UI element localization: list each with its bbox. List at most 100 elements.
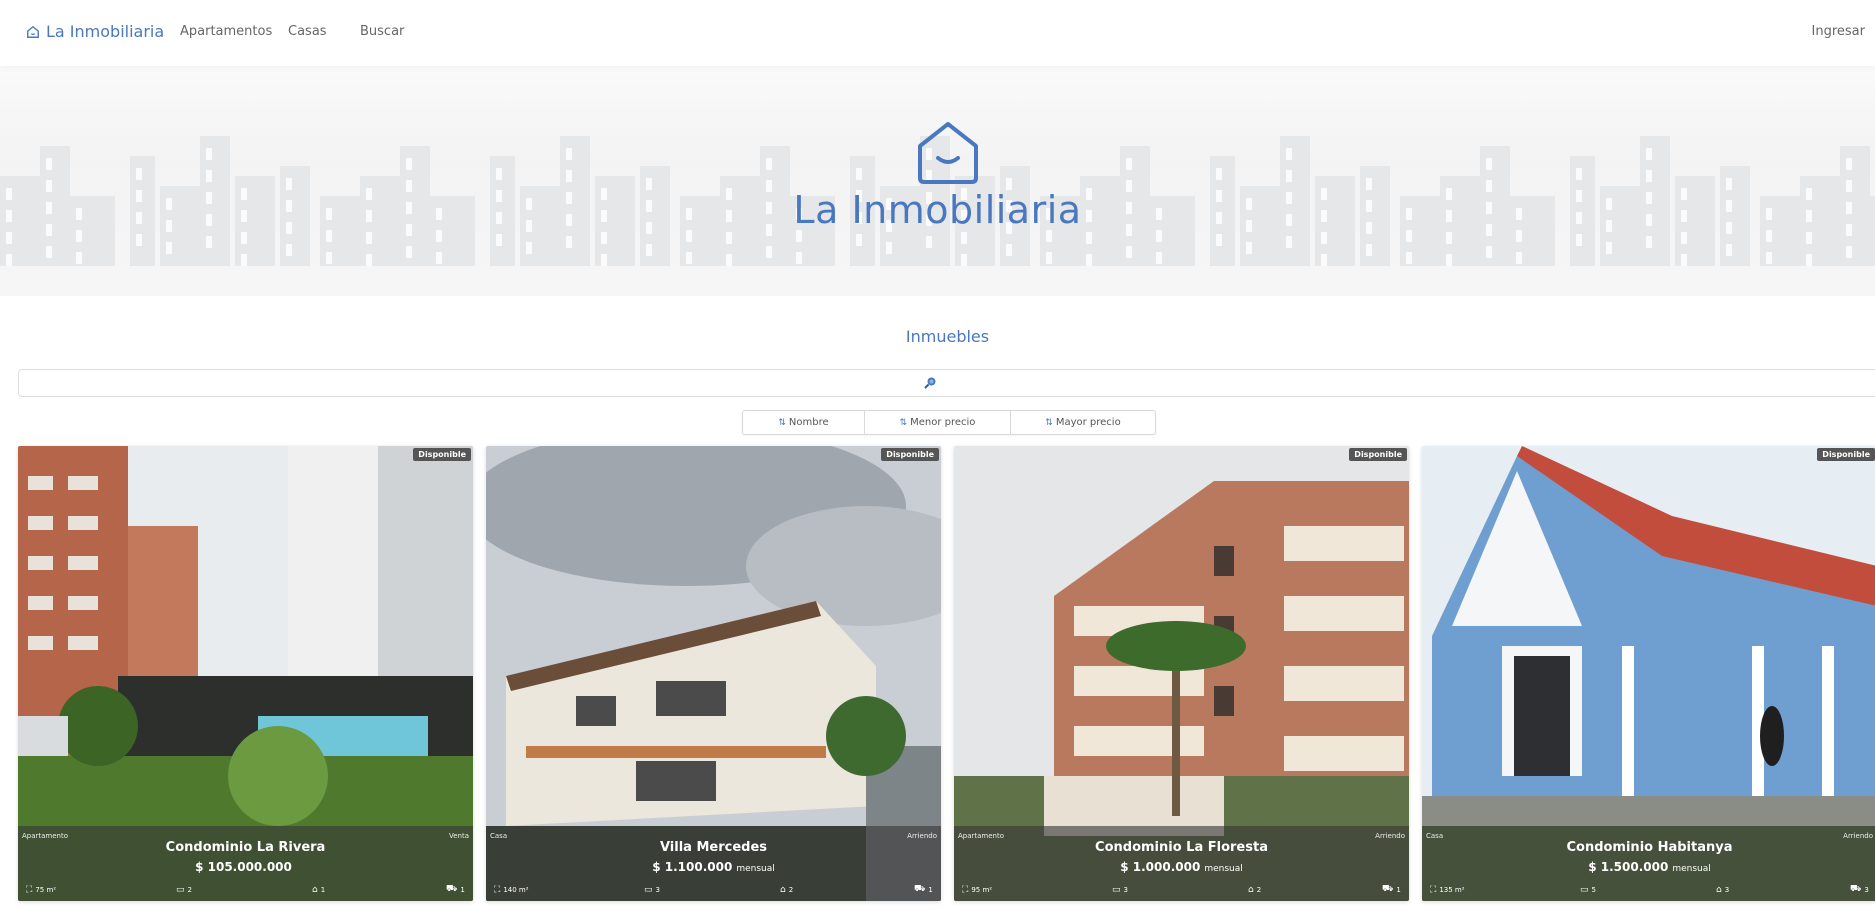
listing-price: $ 1.000.000 <box>1120 860 1201 874</box>
area-value: 140 m² <box>503 886 529 894</box>
car-icon: ⛟ <box>1382 884 1394 894</box>
listing-info-overlay: Apartamento Arriendo Condominio La Flore… <box>954 826 1409 901</box>
login-link[interactable]: Ingresar <box>1812 24 1865 39</box>
sort-by-highest-price-button[interactable]: ⇅ Mayor precio <box>1011 411 1155 434</box>
deal-type: Arriendo <box>1843 832 1873 840</box>
baths-value: 2 <box>788 886 794 894</box>
price-unit: mensual <box>1672 864 1711 874</box>
brand-link[interactable]: La Inmobiliaria <box>26 22 164 41</box>
bed-icon: ▭ <box>1112 885 1121 895</box>
listing-price: $ 1.500.000 <box>1588 860 1669 874</box>
listing-card[interactable]: Disponible Casa Arriendo Condominio Habi… <box>1422 446 1875 901</box>
listing-name: Condominio Habitanya <box>1566 840 1733 855</box>
listing-name: Villa Mercedes <box>659 840 768 855</box>
listing-card[interactable]: Disponible Apartamento Arriendo Condomin… <box>954 446 1409 901</box>
bath-icon: ⌂ <box>1248 885 1254 895</box>
baths-value: 2 <box>1256 886 1262 894</box>
nav-apartamentos[interactable]: Apartamentos <box>180 24 272 39</box>
parking-value: 1 <box>1396 885 1401 894</box>
sort-button-group: ⇅ Nombre ⇅ Menor precio ⇅ Mayor precio <box>742 410 1156 435</box>
area-icon: ⛶ <box>494 885 501 895</box>
beds-value: 2 <box>187 886 192 894</box>
listing-info-overlay: Apartamento Venta Condominio La Rivera $… <box>18 826 473 901</box>
sort-by-name-button[interactable]: ⇅ Nombre <box>743 411 865 434</box>
listing-name: Condominio La Rivera <box>165 840 326 855</box>
car-icon: ⛟ <box>1850 884 1862 894</box>
status-badge: Disponible <box>1349 448 1407 461</box>
navbar: La Inmobiliaria Apartamentos Casas Busca… <box>0 0 1875 66</box>
listing-price-row: $ 1.500.000 mensual <box>1422 860 1875 874</box>
area-feature: ⛶ 95 m² <box>962 885 992 895</box>
area-value: 75 m² <box>35 886 57 894</box>
search-icon <box>924 377 936 389</box>
listing-price: $ 1.100.000 <box>652 860 733 874</box>
listing-price-row: $ 105.000.000 <box>18 860 473 874</box>
listing-info-overlay: Casa Arriendo Villa Mercedes $ 1.100.000… <box>486 826 941 901</box>
area-feature: ⛶ 140 m² <box>494 885 529 895</box>
car-icon: ⛟ <box>914 884 926 894</box>
listing-price-row: $ 1.100.000 mensual <box>486 860 941 874</box>
baths-feature: ⌂ 2 <box>780 885 793 895</box>
nav-buscar[interactable]: Buscar <box>360 24 404 39</box>
section-title: Inmuebles <box>905 327 990 346</box>
price-unit: mensual <box>736 864 775 874</box>
listing-price-row: $ 1.000.000 mensual <box>954 860 1409 874</box>
parking-feature: ⛟ 1 <box>1382 884 1401 895</box>
area-icon: ⛶ <box>962 885 969 895</box>
parking-value: 1 <box>928 885 933 894</box>
status-badge: Disponible <box>1817 448 1875 461</box>
beds-value: 3 <box>655 886 660 894</box>
area-value: 95 m² <box>971 886 993 894</box>
hero-title: La Inmobiliaria <box>793 188 1082 232</box>
hero-banner: La Inmobiliaria <box>0 66 1875 296</box>
baths-value: 1 <box>320 886 326 894</box>
status-badge: Disponible <box>413 448 471 461</box>
baths-feature: ⌂ 2 <box>1248 885 1261 895</box>
listing-info-overlay: Casa Arriendo Condominio Habitanya $ 1.5… <box>1422 826 1875 901</box>
deal-type: Venta <box>448 832 469 840</box>
area-icon: ⛶ <box>1430 885 1437 895</box>
listing-card[interactable]: Disponible Casa Arriendo Villa Mercedes … <box>486 446 941 901</box>
nav-casas[interactable]: Casas <box>288 24 327 39</box>
property-type: Apartamento <box>958 832 1005 840</box>
parking-value: 1 <box>460 885 465 894</box>
property-type: Apartamento <box>22 832 69 840</box>
beds-feature: ▭ 5 <box>1580 885 1596 895</box>
house-logo-icon <box>918 122 978 184</box>
brand-label: La Inmobiliaria <box>46 22 165 41</box>
baths-value: 3 <box>1724 886 1730 894</box>
bath-icon: ⌂ <box>312 885 318 895</box>
baths-feature: ⌂ 3 <box>1716 885 1729 895</box>
bed-icon: ▭ <box>176 885 185 895</box>
bed-icon: ▭ <box>644 885 653 895</box>
deal-type: Arriendo <box>1375 832 1405 840</box>
listing-name: Condominio La Floresta <box>1095 840 1268 855</box>
beds-value: 3 <box>1123 886 1128 894</box>
bed-icon: ▭ <box>1580 885 1589 895</box>
listing-price: $ 105.000.000 <box>195 860 292 874</box>
search-input[interactable] <box>18 369 1875 397</box>
listing-card[interactable]: Disponible Apartamento Venta Condominio … <box>18 446 473 901</box>
parking-feature: ⛟ 1 <box>914 884 933 895</box>
parking-value: 3 <box>1864 885 1869 894</box>
area-icon: ⛶ <box>26 885 33 895</box>
house-icon <box>27 25 39 38</box>
beds-feature: ▭ 3 <box>1112 885 1128 895</box>
beds-feature: ▭ 3 <box>644 885 660 895</box>
status-badge: Disponible <box>881 448 939 461</box>
property-type: Casa <box>490 832 508 840</box>
deal-type: Arriendo <box>907 832 937 840</box>
sort-asc-icon: ⇅ <box>899 417 908 428</box>
car-icon: ⛟ <box>446 884 458 894</box>
sort-icon: ⇅ <box>778 417 786 428</box>
parking-feature: ⛟ 3 <box>1850 884 1869 895</box>
sort-by-lowest-price-button[interactable]: ⇅ Menor precio <box>865 411 1011 434</box>
sort-label: Menor precio <box>910 417 976 428</box>
area-feature: ⛶ 75 m² <box>26 885 56 895</box>
area-value: 135 m² <box>1439 886 1465 894</box>
property-type: Casa <box>1426 832 1444 840</box>
price-unit: mensual <box>1204 864 1243 874</box>
sort-label: Mayor precio <box>1055 417 1121 428</box>
baths-feature: ⌂ 1 <box>312 885 325 895</box>
area-feature: ⛶ 135 m² <box>1430 885 1465 895</box>
